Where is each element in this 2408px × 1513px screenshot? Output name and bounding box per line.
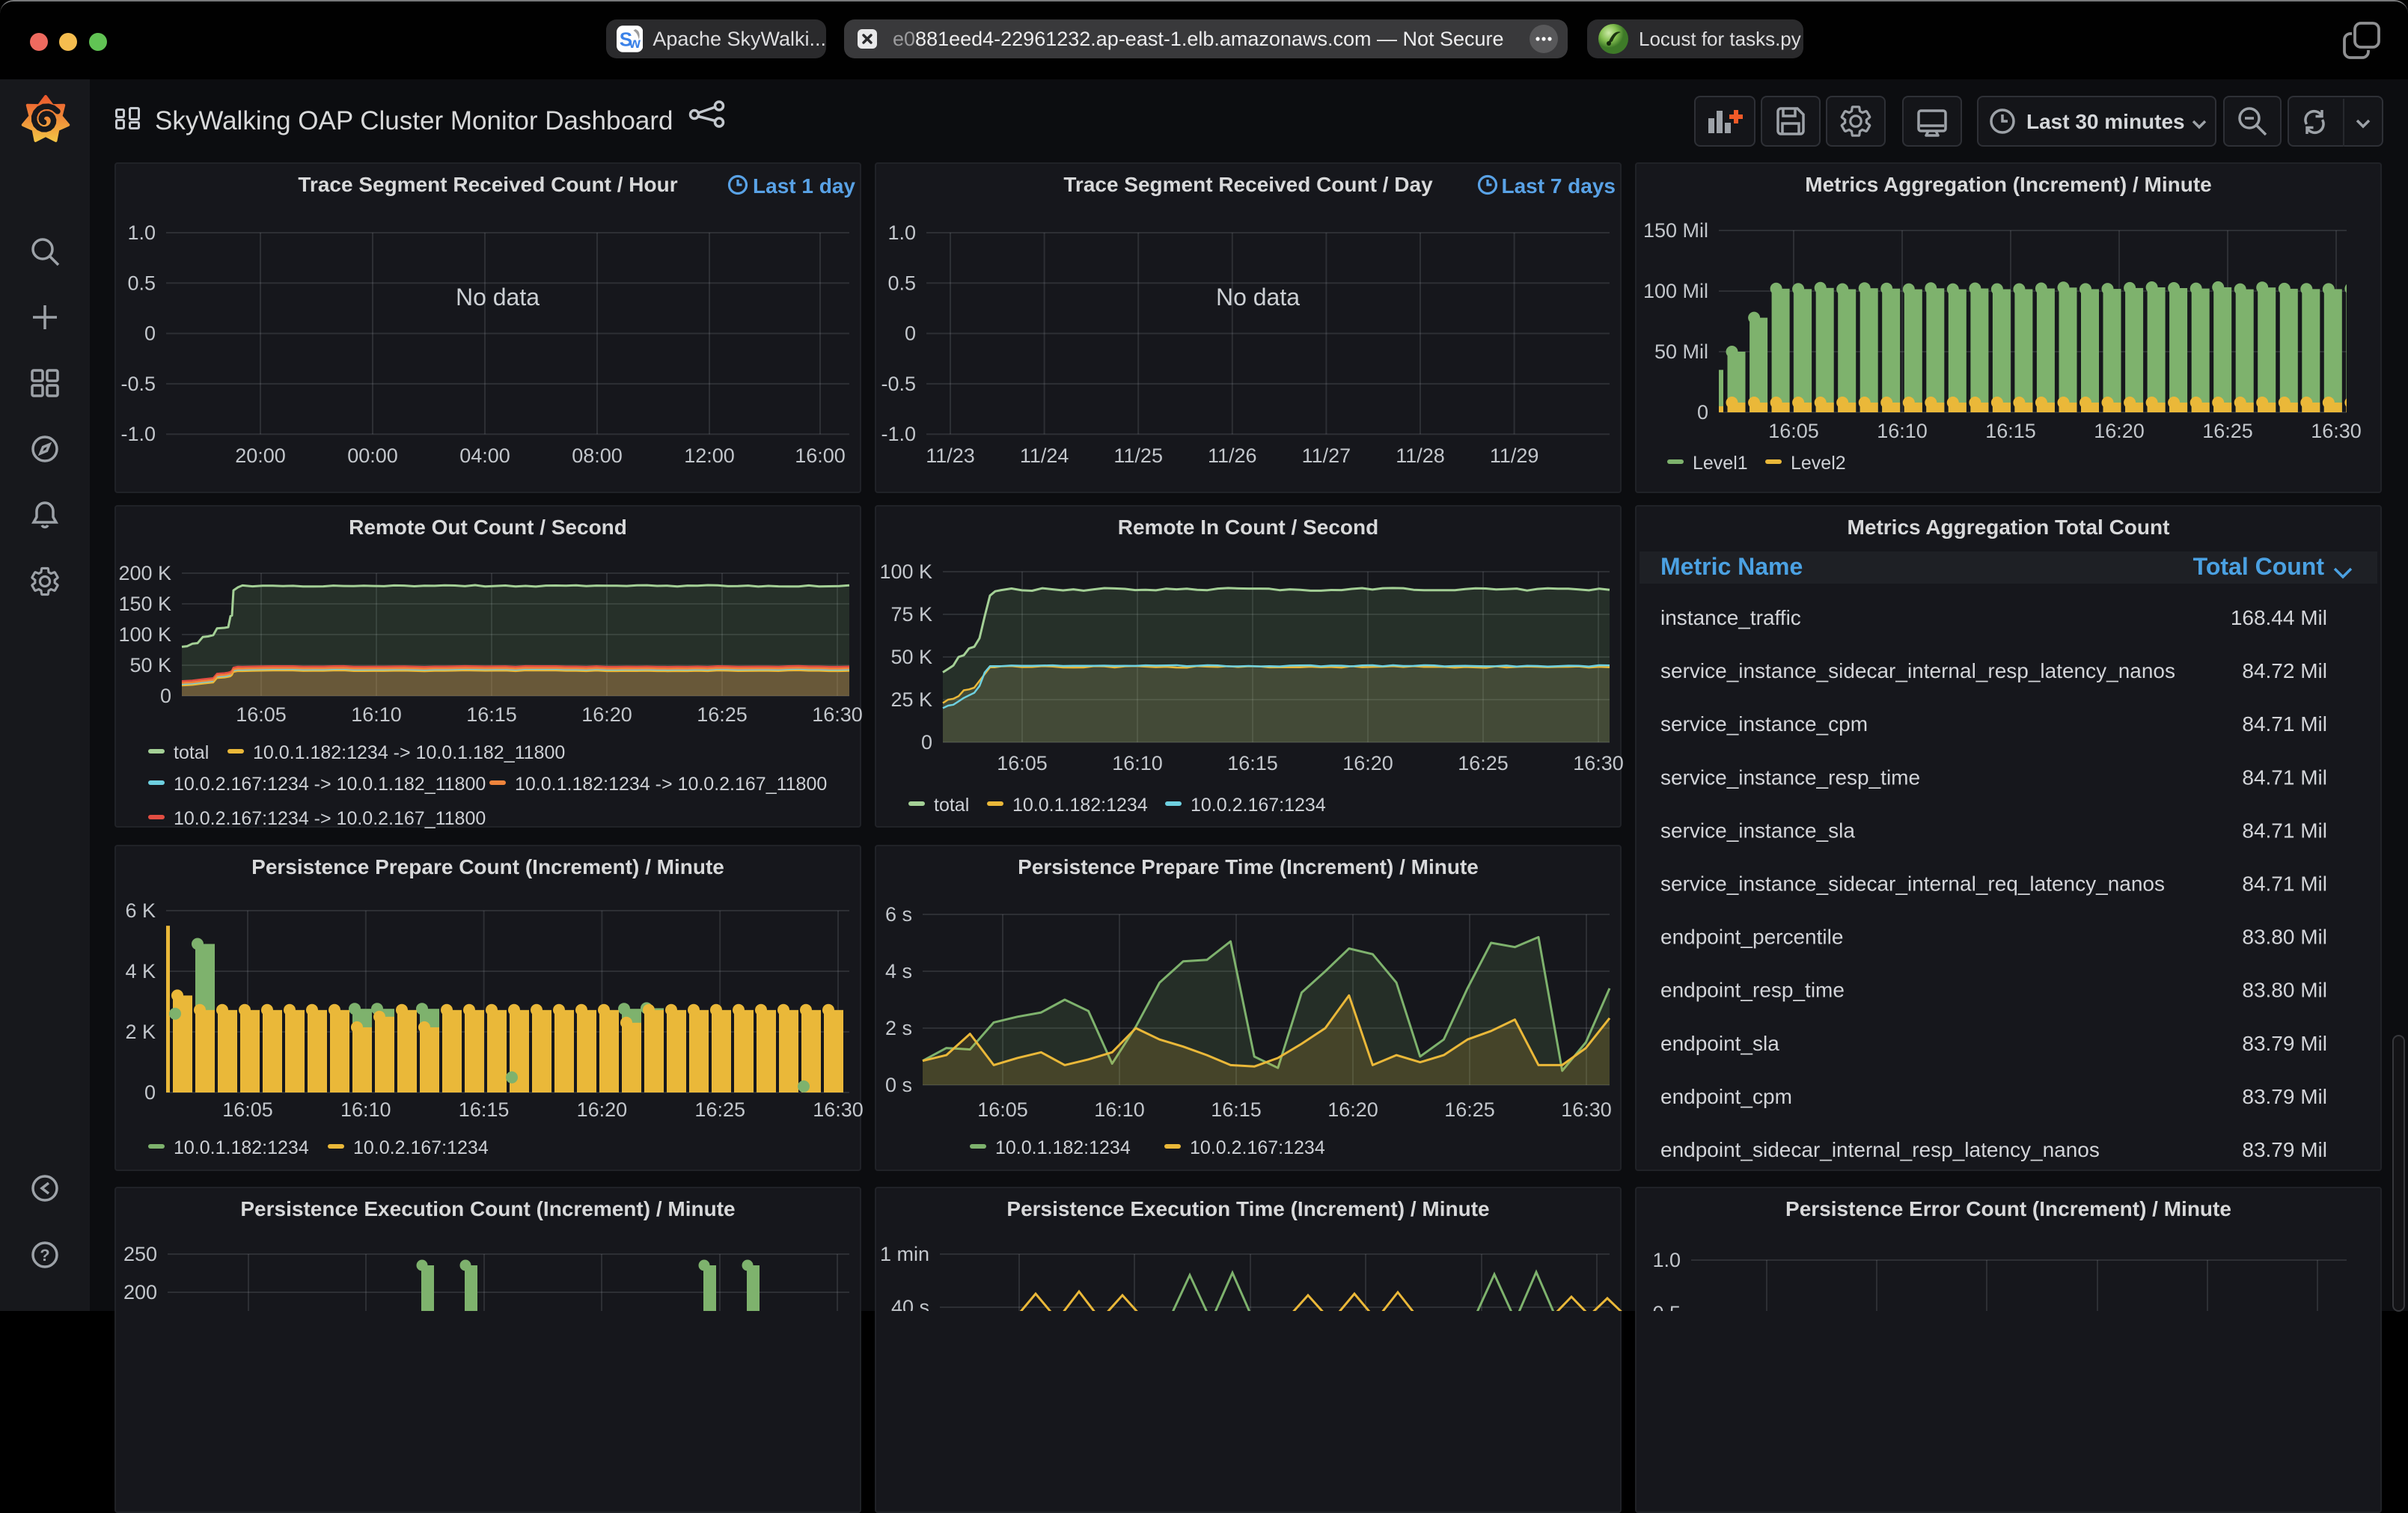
svg-text:?: ? xyxy=(40,1246,49,1265)
svg-text:w: w xyxy=(629,35,641,52)
